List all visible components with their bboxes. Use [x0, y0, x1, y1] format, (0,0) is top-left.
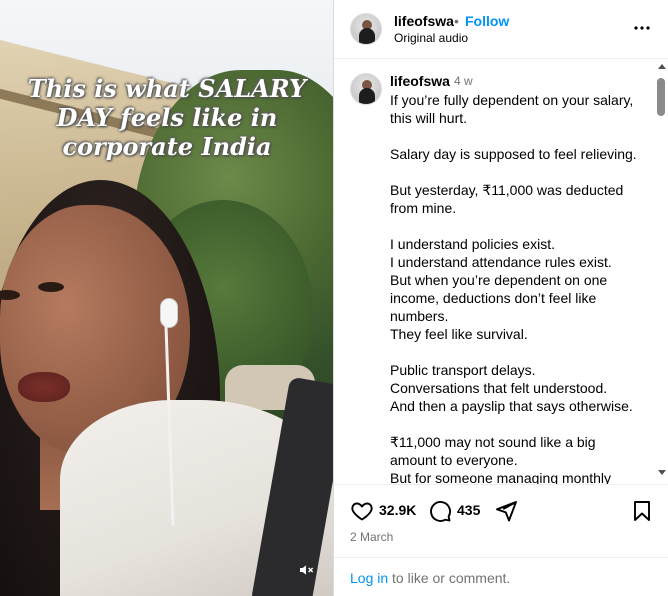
- scroll-thumb[interactable]: [657, 78, 665, 116]
- post-age[interactable]: 4 w: [454, 74, 473, 88]
- post-details-panel: lifeofswa • Follow Original audio lifeof…: [333, 0, 668, 596]
- comment-count[interactable]: 435: [457, 502, 480, 518]
- caption-username[interactable]: lifeofswa: [390, 73, 450, 89]
- like-button[interactable]: [350, 499, 374, 523]
- mute-button[interactable]: [294, 558, 318, 582]
- more-options-button[interactable]: [630, 16, 654, 40]
- speaker-muted-icon: [300, 565, 314, 575]
- login-link[interactable]: Log in: [350, 570, 388, 586]
- person-eye: [38, 282, 64, 292]
- scroll-up-arrow[interactable]: [658, 64, 666, 69]
- audio-label[interactable]: Original audio: [394, 31, 468, 45]
- comment-icon: [430, 501, 451, 522]
- save-button[interactable]: [630, 499, 654, 523]
- follow-button[interactable]: Follow: [465, 13, 509, 29]
- reel-video[interactable]: This is what SALARY DAY feels like in co…: [0, 0, 333, 596]
- avatar[interactable]: [350, 13, 382, 45]
- separator-dot: •: [454, 13, 459, 29]
- login-prompt-text: to like or comment.: [388, 570, 511, 586]
- share-button[interactable]: [494, 499, 518, 523]
- like-count[interactable]: 32.9K: [379, 502, 416, 518]
- post-date[interactable]: 2 March: [350, 530, 393, 544]
- header-username[interactable]: lifeofswa: [394, 13, 454, 29]
- heart-icon: [351, 502, 373, 521]
- earphone: [160, 298, 178, 328]
- comment-button[interactable]: [428, 499, 452, 523]
- caption-scrollbar[interactable]: [655, 62, 667, 482]
- caption-section: lifeofswa 4 w If you’re fully dependent …: [334, 60, 668, 484]
- caption-avatar[interactable]: [350, 73, 382, 105]
- scroll-down-arrow[interactable]: [658, 470, 666, 475]
- post-header: lifeofswa • Follow Original audio: [334, 0, 668, 59]
- person-lips: [18, 372, 70, 402]
- more-horizontal-icon: [634, 26, 650, 30]
- bookmark-icon: [634, 501, 650, 521]
- post-actions: 32.9K 435 2 March Log in to like or comm…: [334, 484, 668, 596]
- login-prompt: Log in to like or comment.: [334, 557, 668, 596]
- send-icon: [496, 501, 517, 522]
- caption-text: If you’re fully dependent on your salary…: [390, 92, 637, 484]
- video-overlay-caption: This is what SALARY DAY feels like in co…: [27, 74, 307, 161]
